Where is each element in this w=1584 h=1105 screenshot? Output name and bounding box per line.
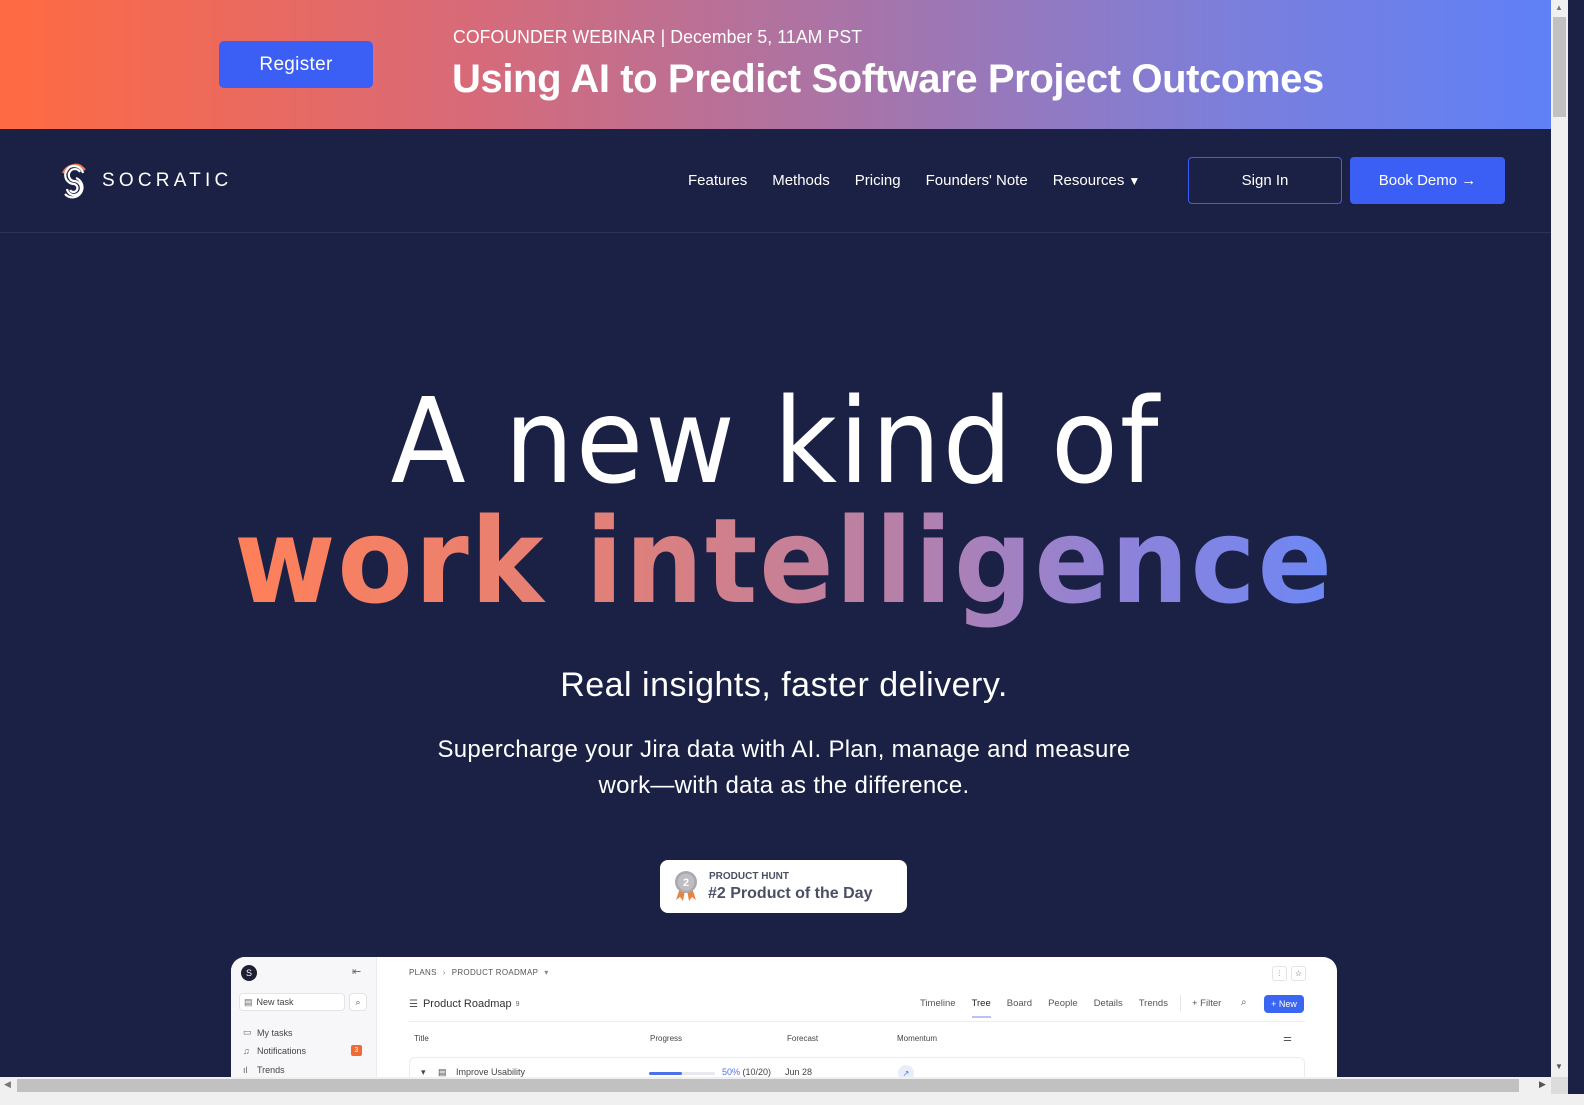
hero-headline-line2: work intelligence bbox=[55, 492, 1513, 630]
scrollbar-corner bbox=[1551, 1077, 1568, 1094]
badge-title: #2 Product of the Day bbox=[708, 885, 873, 902]
tasks-icon: ▭ bbox=[243, 1027, 252, 1037]
logo[interactable]: SOCRATIC bbox=[62, 161, 232, 201]
horizontal-scroll-thumb[interactable] bbox=[17, 1079, 1519, 1092]
window-bottom-edge bbox=[0, 1094, 1584, 1105]
filter-button[interactable]: + Filter bbox=[1192, 998, 1221, 1009]
hero-subcopy: Supercharge your Jira data with AI. Plan… bbox=[437, 736, 1131, 799]
scroll-right-arrow-icon[interactable]: ▶ bbox=[1539, 1079, 1546, 1090]
horizontal-scrollbar[interactable]: ◀ ▶ bbox=[0, 1077, 1551, 1094]
sidebar-item-notifications[interactable]: ♫ Notifications bbox=[243, 1046, 306, 1056]
nav-link-founders-note[interactable]: Founders' Note bbox=[926, 172, 1028, 189]
adjust-icon[interactable]: ⫶ bbox=[1272, 966, 1287, 981]
nav-link-methods[interactable]: Methods bbox=[772, 172, 830, 189]
progress-bar-fill bbox=[649, 1072, 682, 1075]
notification-count-badge: 3 bbox=[351, 1045, 362, 1056]
column-header-progress[interactable]: Progress bbox=[650, 1034, 682, 1043]
progress-bar bbox=[649, 1072, 715, 1075]
breadcrumb-plans[interactable]: PLANS bbox=[409, 968, 437, 977]
stack-icon: ☰ bbox=[409, 998, 418, 1010]
chevron-right-icon: › bbox=[442, 968, 446, 977]
caret-down-icon[interactable]: ▾ bbox=[544, 968, 548, 977]
sign-in-button[interactable]: Sign In bbox=[1188, 157, 1342, 204]
star-icon[interactable]: ☆ bbox=[1291, 966, 1306, 981]
nav-link-features[interactable]: Features bbox=[688, 172, 747, 189]
column-settings-icon[interactable]: ⚌ bbox=[1283, 1033, 1292, 1044]
top-tools: ⫶ ☆ bbox=[1272, 966, 1306, 981]
tab-details[interactable]: Details bbox=[1094, 998, 1123, 1009]
webinar-banner: Register COFOUNDER WEBINAR | December 5,… bbox=[0, 0, 1551, 129]
view-tabs: Timeline Tree Board People Details Trend… bbox=[920, 998, 1184, 1018]
tab-board[interactable]: Board bbox=[1007, 998, 1032, 1009]
sidebar-item-trends[interactable]: ıl Trends bbox=[243, 1065, 285, 1075]
caret-down-icon: ▼ bbox=[1128, 174, 1141, 188]
column-header-forecast[interactable]: Forecast bbox=[787, 1034, 818, 1043]
progress-label: 50% (10/20) bbox=[722, 1067, 772, 1077]
register-button[interactable]: Register bbox=[219, 41, 373, 88]
scroll-up-arrow-icon[interactable]: ▲ bbox=[1555, 3, 1563, 12]
collapse-sidebar-icon[interactable]: ⇤ bbox=[352, 965, 361, 978]
brand-name: SOCRATIC bbox=[102, 170, 233, 191]
resources-label: Resources bbox=[1052, 172, 1125, 189]
vertical-scroll-thumb[interactable] bbox=[1553, 17, 1566, 117]
tab-tree[interactable]: Tree bbox=[971, 998, 991, 1018]
tab-trends[interactable]: Trends bbox=[1139, 998, 1168, 1009]
tab-timeline[interactable]: Timeline bbox=[920, 998, 956, 1009]
divider bbox=[1180, 995, 1181, 1011]
search-icon[interactable]: ⌕ bbox=[1241, 997, 1247, 1008]
svg-text:2: 2 bbox=[683, 877, 689, 889]
column-header-title[interactable]: Title bbox=[414, 1034, 429, 1043]
banner-title[interactable]: Using AI to Predict Software Project Out… bbox=[452, 57, 1324, 102]
sidebar-search-icon[interactable]: ⌕ bbox=[349, 993, 367, 1011]
row-title[interactable]: Improve Usability bbox=[456, 1067, 525, 1077]
banner-kicker: COFOUNDER WEBINAR | December 5, 11AM PST bbox=[453, 27, 863, 47]
plan-item-count: 9 bbox=[515, 1000, 520, 1008]
hero-tagline: Real insights, faster delivery. bbox=[560, 666, 1008, 704]
divider bbox=[409, 1021, 1305, 1022]
forecast-date: Jun 28 bbox=[785, 1067, 813, 1077]
top-nav: SOCRATIC Features Methods Pricing Founde… bbox=[0, 129, 1551, 233]
gradient-text: work intelligence bbox=[234, 492, 1334, 630]
badge-kicker: PRODUCT HUNT bbox=[709, 871, 789, 882]
nav-link-resources[interactable]: Resources ▼ bbox=[1053, 172, 1141, 189]
bell-icon: ♫ bbox=[243, 1046, 250, 1056]
product-hunt-badge[interactable]: 2 PRODUCT HUNT #2 Product of the Day bbox=[660, 860, 907, 913]
medal-icon: 2 bbox=[675, 871, 697, 901]
sidebar-item-my-tasks[interactable]: ▭ My tasks bbox=[243, 1027, 293, 1038]
breadcrumb: PLANS › PRODUCT ROADMAP ▾ bbox=[409, 968, 555, 977]
socratic-logo-icon bbox=[62, 163, 86, 199]
chart-icon: ıl bbox=[243, 1065, 248, 1075]
tab-people[interactable]: People bbox=[1048, 998, 1078, 1009]
new-task-icon: ▤ bbox=[244, 996, 253, 1007]
plan-title: ☰ Product Roadmap 9 bbox=[409, 998, 520, 1010]
hero-headline-line1: A new kind of bbox=[390, 372, 1161, 510]
vertical-scrollbar[interactable]: ▲ ▼ bbox=[1551, 0, 1568, 1105]
new-button[interactable]: + New bbox=[1264, 995, 1304, 1013]
book-demo-button[interactable]: Book Demo → bbox=[1350, 157, 1505, 204]
column-header-momentum[interactable]: Momentum bbox=[897, 1034, 937, 1043]
breadcrumb-product-roadmap[interactable]: PRODUCT ROADMAP bbox=[452, 968, 539, 977]
nav-links: Features Methods Pricing Founders' Note … bbox=[688, 172, 1165, 189]
nav-link-pricing[interactable]: Pricing bbox=[855, 172, 901, 189]
workspace-avatar[interactable]: S bbox=[241, 965, 257, 981]
scroll-down-arrow-icon[interactable]: ▼ bbox=[1555, 1062, 1563, 1071]
scroll-left-arrow-icon[interactable]: ◀ bbox=[4, 1079, 11, 1090]
new-task-input[interactable]: ▤ New task bbox=[239, 993, 345, 1011]
